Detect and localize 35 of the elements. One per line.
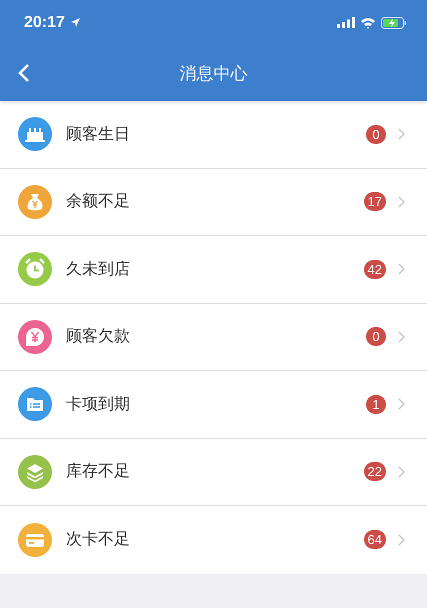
item-label: 次卡不足 xyxy=(66,529,131,550)
battery-icon xyxy=(381,16,407,28)
chevron-icon xyxy=(398,534,405,546)
message-item[interactable]: 余额不足 17 xyxy=(0,168,427,236)
location-arrow-icon xyxy=(70,17,81,28)
item-label: 久未到店 xyxy=(66,258,131,280)
item-label: 卡项到期 xyxy=(66,394,131,415)
chevron-icon xyxy=(398,196,405,208)
message-item[interactable]: 顾客生日 0 xyxy=(0,101,427,168)
count-badge: 42 xyxy=(364,260,386,279)
signal-icon xyxy=(337,17,355,28)
count-badge: 17 xyxy=(364,192,386,212)
message-item[interactable]: 次卡不足 64 xyxy=(0,506,427,574)
item-label: 顾客欠款 xyxy=(66,326,131,348)
item-label: 顾客生日 xyxy=(66,124,131,145)
count-badge: 1 xyxy=(366,394,386,414)
chevron-icon xyxy=(398,128,405,140)
wifi-icon xyxy=(360,16,376,28)
message-item[interactable]: 库存不足 22 xyxy=(0,438,427,506)
status-time: 20:17 xyxy=(24,14,65,32)
message-item[interactable]: 顾客欠款 0 xyxy=(0,304,427,371)
back-icon[interactable] xyxy=(18,64,30,82)
item-label: 余额不足 xyxy=(66,191,131,212)
count-badge: 0 xyxy=(366,327,386,346)
message-item[interactable]: 卡项到期 1 xyxy=(0,371,427,438)
chevron-icon xyxy=(398,466,405,478)
chevron-icon xyxy=(398,398,405,410)
message-item[interactable]: 久未到店 42 xyxy=(0,236,427,304)
count-badge: 22 xyxy=(364,462,386,482)
chevron-icon xyxy=(398,330,405,343)
chevron-icon xyxy=(398,263,405,276)
page-title: 消息中心 xyxy=(180,62,248,84)
item-label: 库存不足 xyxy=(66,461,131,482)
count-badge: 0 xyxy=(366,124,386,144)
count-badge: 64 xyxy=(364,530,386,550)
